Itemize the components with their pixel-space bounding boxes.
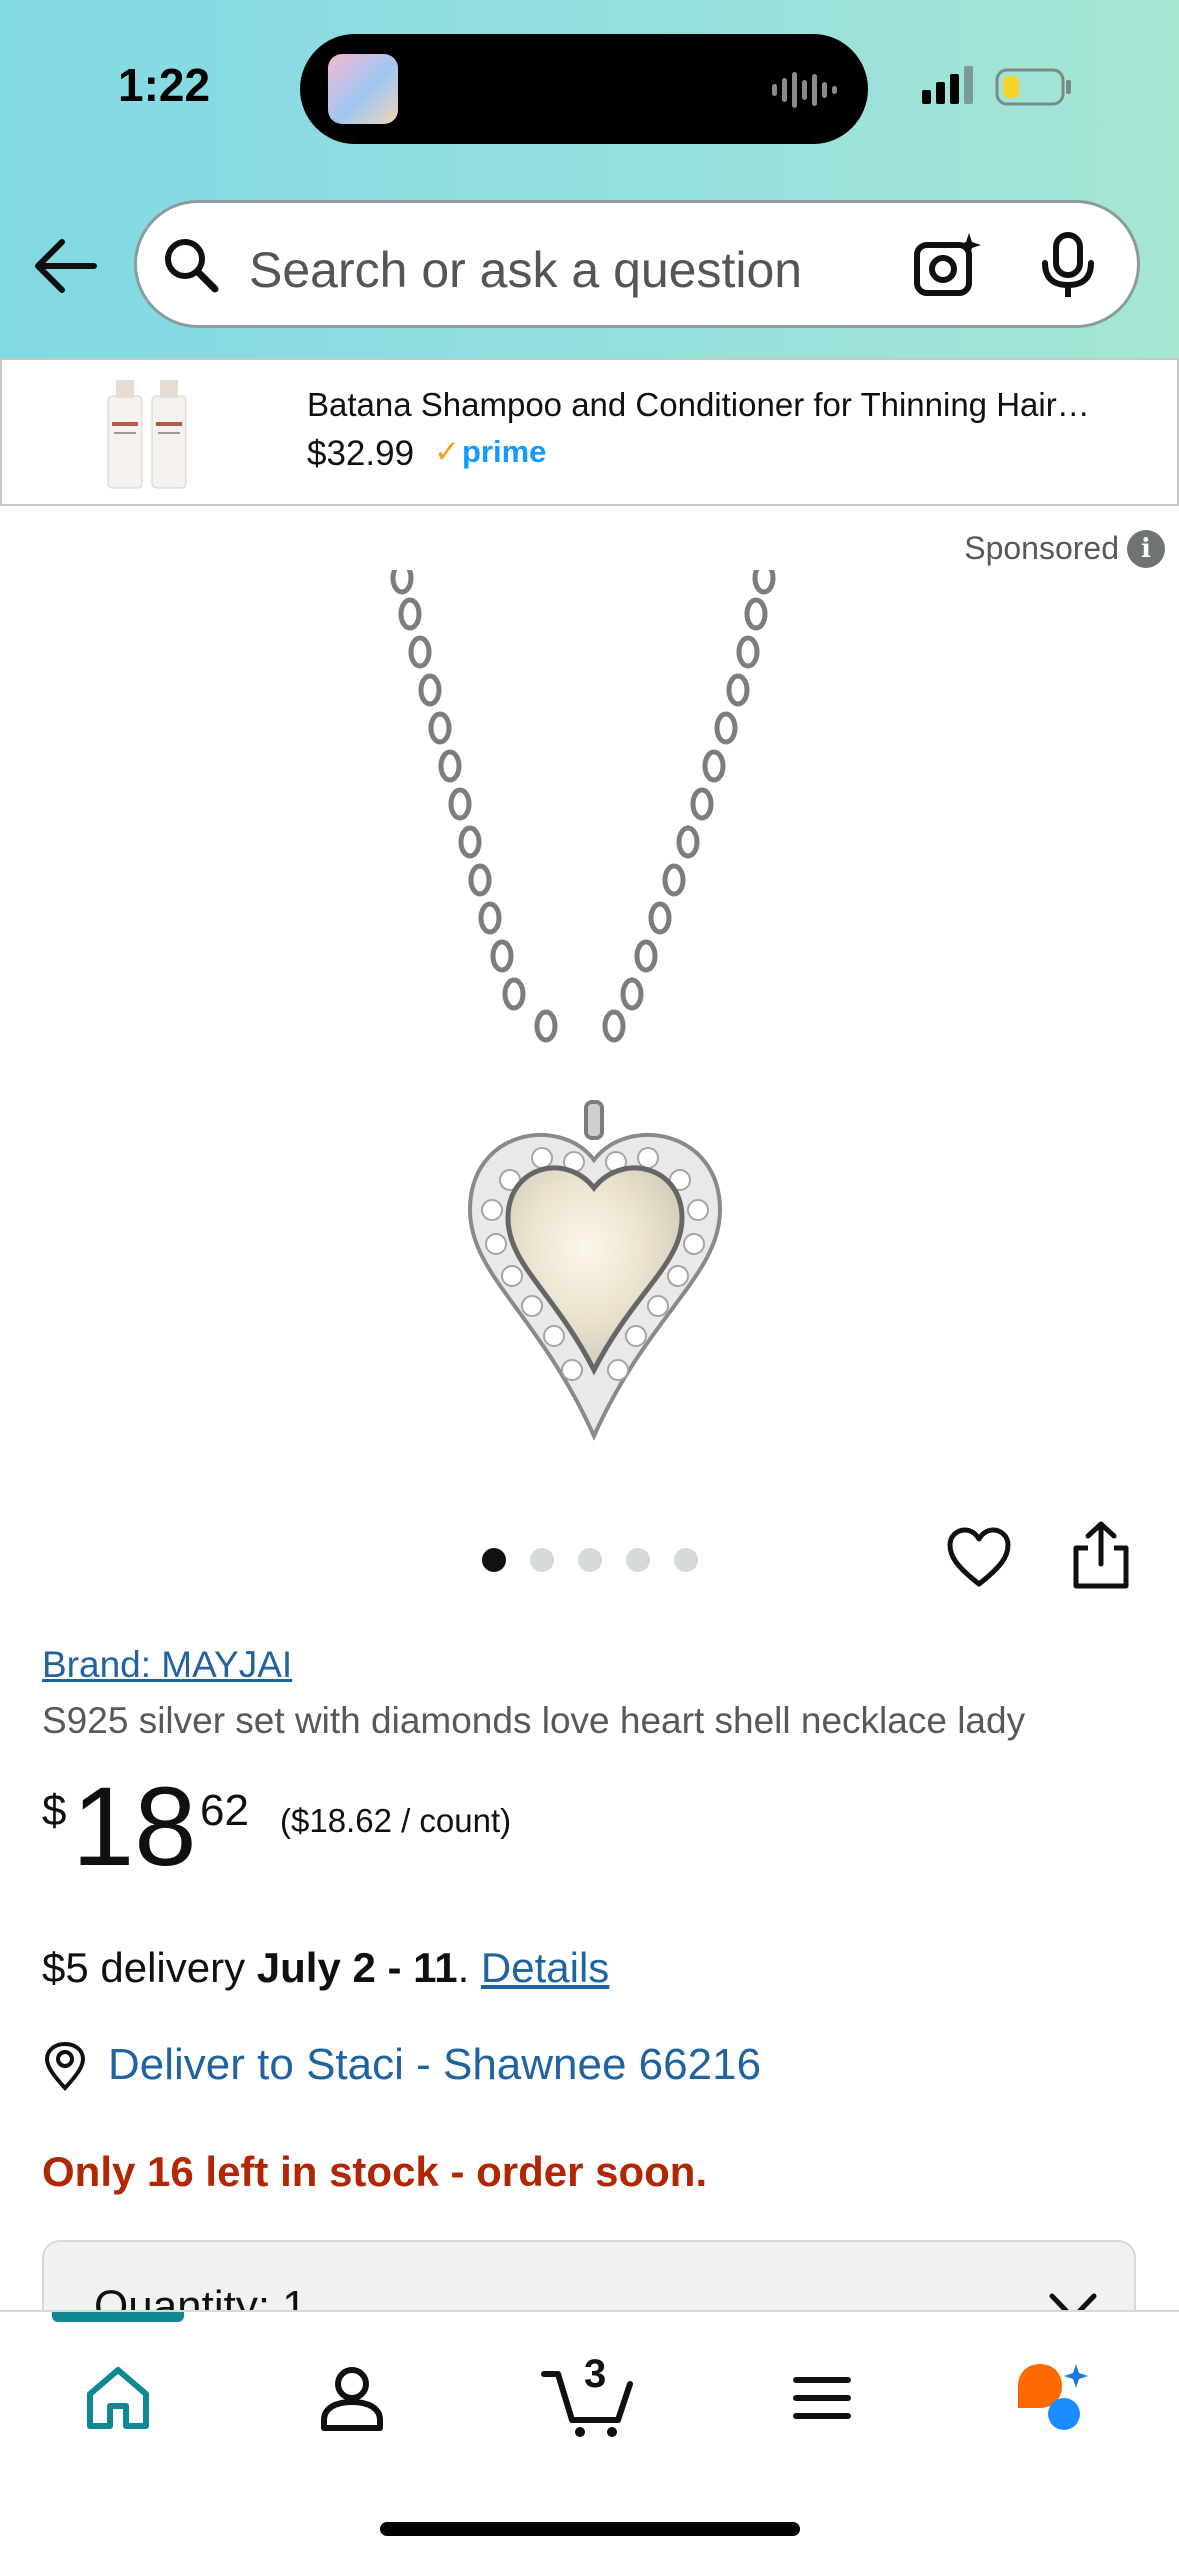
dynamic-island (300, 34, 868, 144)
banner-product-title[interactable]: Batana Shampoo and Conditioner for Thinn… (307, 386, 1090, 424)
heart-icon[interactable] (946, 1526, 1012, 1590)
bottom-navigation: 3 (0, 2310, 1179, 2556)
home-icon[interactable] (78, 2358, 158, 2438)
stock-status: Only 16 left in stock - order soon. (42, 2148, 708, 2195)
now-playing-artwork (328, 54, 398, 124)
share-icon[interactable] (1070, 1520, 1132, 1590)
camera-search-icon[interactable] (913, 231, 983, 299)
home-indicator (380, 2522, 800, 2536)
status-time: 1:22 (118, 59, 211, 111)
cellular-signal-icon (922, 66, 973, 104)
price-currency: $ (42, 1786, 67, 1835)
menu-icon[interactable] (782, 2358, 862, 2438)
deliver-to-link[interactable]: Deliver to Staci - Shawnee 66216 (108, 2040, 761, 2090)
price-whole: 18 (72, 1764, 197, 1889)
sponsored-label: Sponsored (964, 530, 1119, 566)
search-bar[interactable]: Search or ask a question (134, 200, 1140, 328)
rufus-icon[interactable] (1012, 2358, 1092, 2438)
battery-icon (995, 68, 1071, 106)
unit-price: ($18.62 / count) (280, 1802, 512, 1839)
prime-check-icon: ✓ (434, 434, 460, 469)
carousel-dot[interactable] (482, 1548, 506, 1572)
carousel-dot[interactable] (674, 1548, 698, 1572)
location-pin-icon (44, 2042, 86, 2091)
audio-wave-icon (772, 72, 837, 108)
carousel-dot[interactable] (626, 1548, 650, 1572)
price-fraction: 62 (200, 1786, 249, 1835)
sponsored-product-banner[interactable]: Batana Shampoo and Conditioner for Thinn… (0, 358, 1179, 506)
brand-link[interactable]: Brand: MAYJAI (42, 1644, 292, 1686)
banner-price: $32.99 (307, 434, 415, 473)
carousel-dot[interactable] (578, 1548, 602, 1572)
back-arrow-icon[interactable] (32, 236, 98, 296)
shampoo-bottles-image (107, 380, 187, 489)
cart-button[interactable]: 3 (540, 2352, 640, 2438)
delivery-info: $5 delivery July 2 - 11. Details (42, 1944, 610, 1991)
app-header: 1:22 Search or ask a question (0, 0, 1179, 358)
delivery-details-link[interactable]: Details (481, 1944, 609, 1991)
search-input[interactable]: Search or ask a question (249, 241, 802, 299)
prime-badge: ✓prime (434, 434, 547, 469)
cart-count: 3 (584, 2352, 607, 2396)
microphone-icon[interactable] (1037, 231, 1099, 299)
delivery-dates: July 2 - 11 (256, 1944, 458, 1991)
product-image-necklace[interactable] (360, 570, 820, 1450)
image-carousel-indicator[interactable] (482, 1548, 702, 1572)
account-icon[interactable] (312, 2358, 392, 2438)
search-icon (165, 239, 219, 293)
carousel-dot[interactable] (530, 1548, 554, 1572)
info-icon[interactable]: i (1127, 530, 1165, 568)
active-tab-indicator (52, 2312, 184, 2322)
product-title: S925 silver set with diamonds love heart… (42, 1700, 1026, 1741)
